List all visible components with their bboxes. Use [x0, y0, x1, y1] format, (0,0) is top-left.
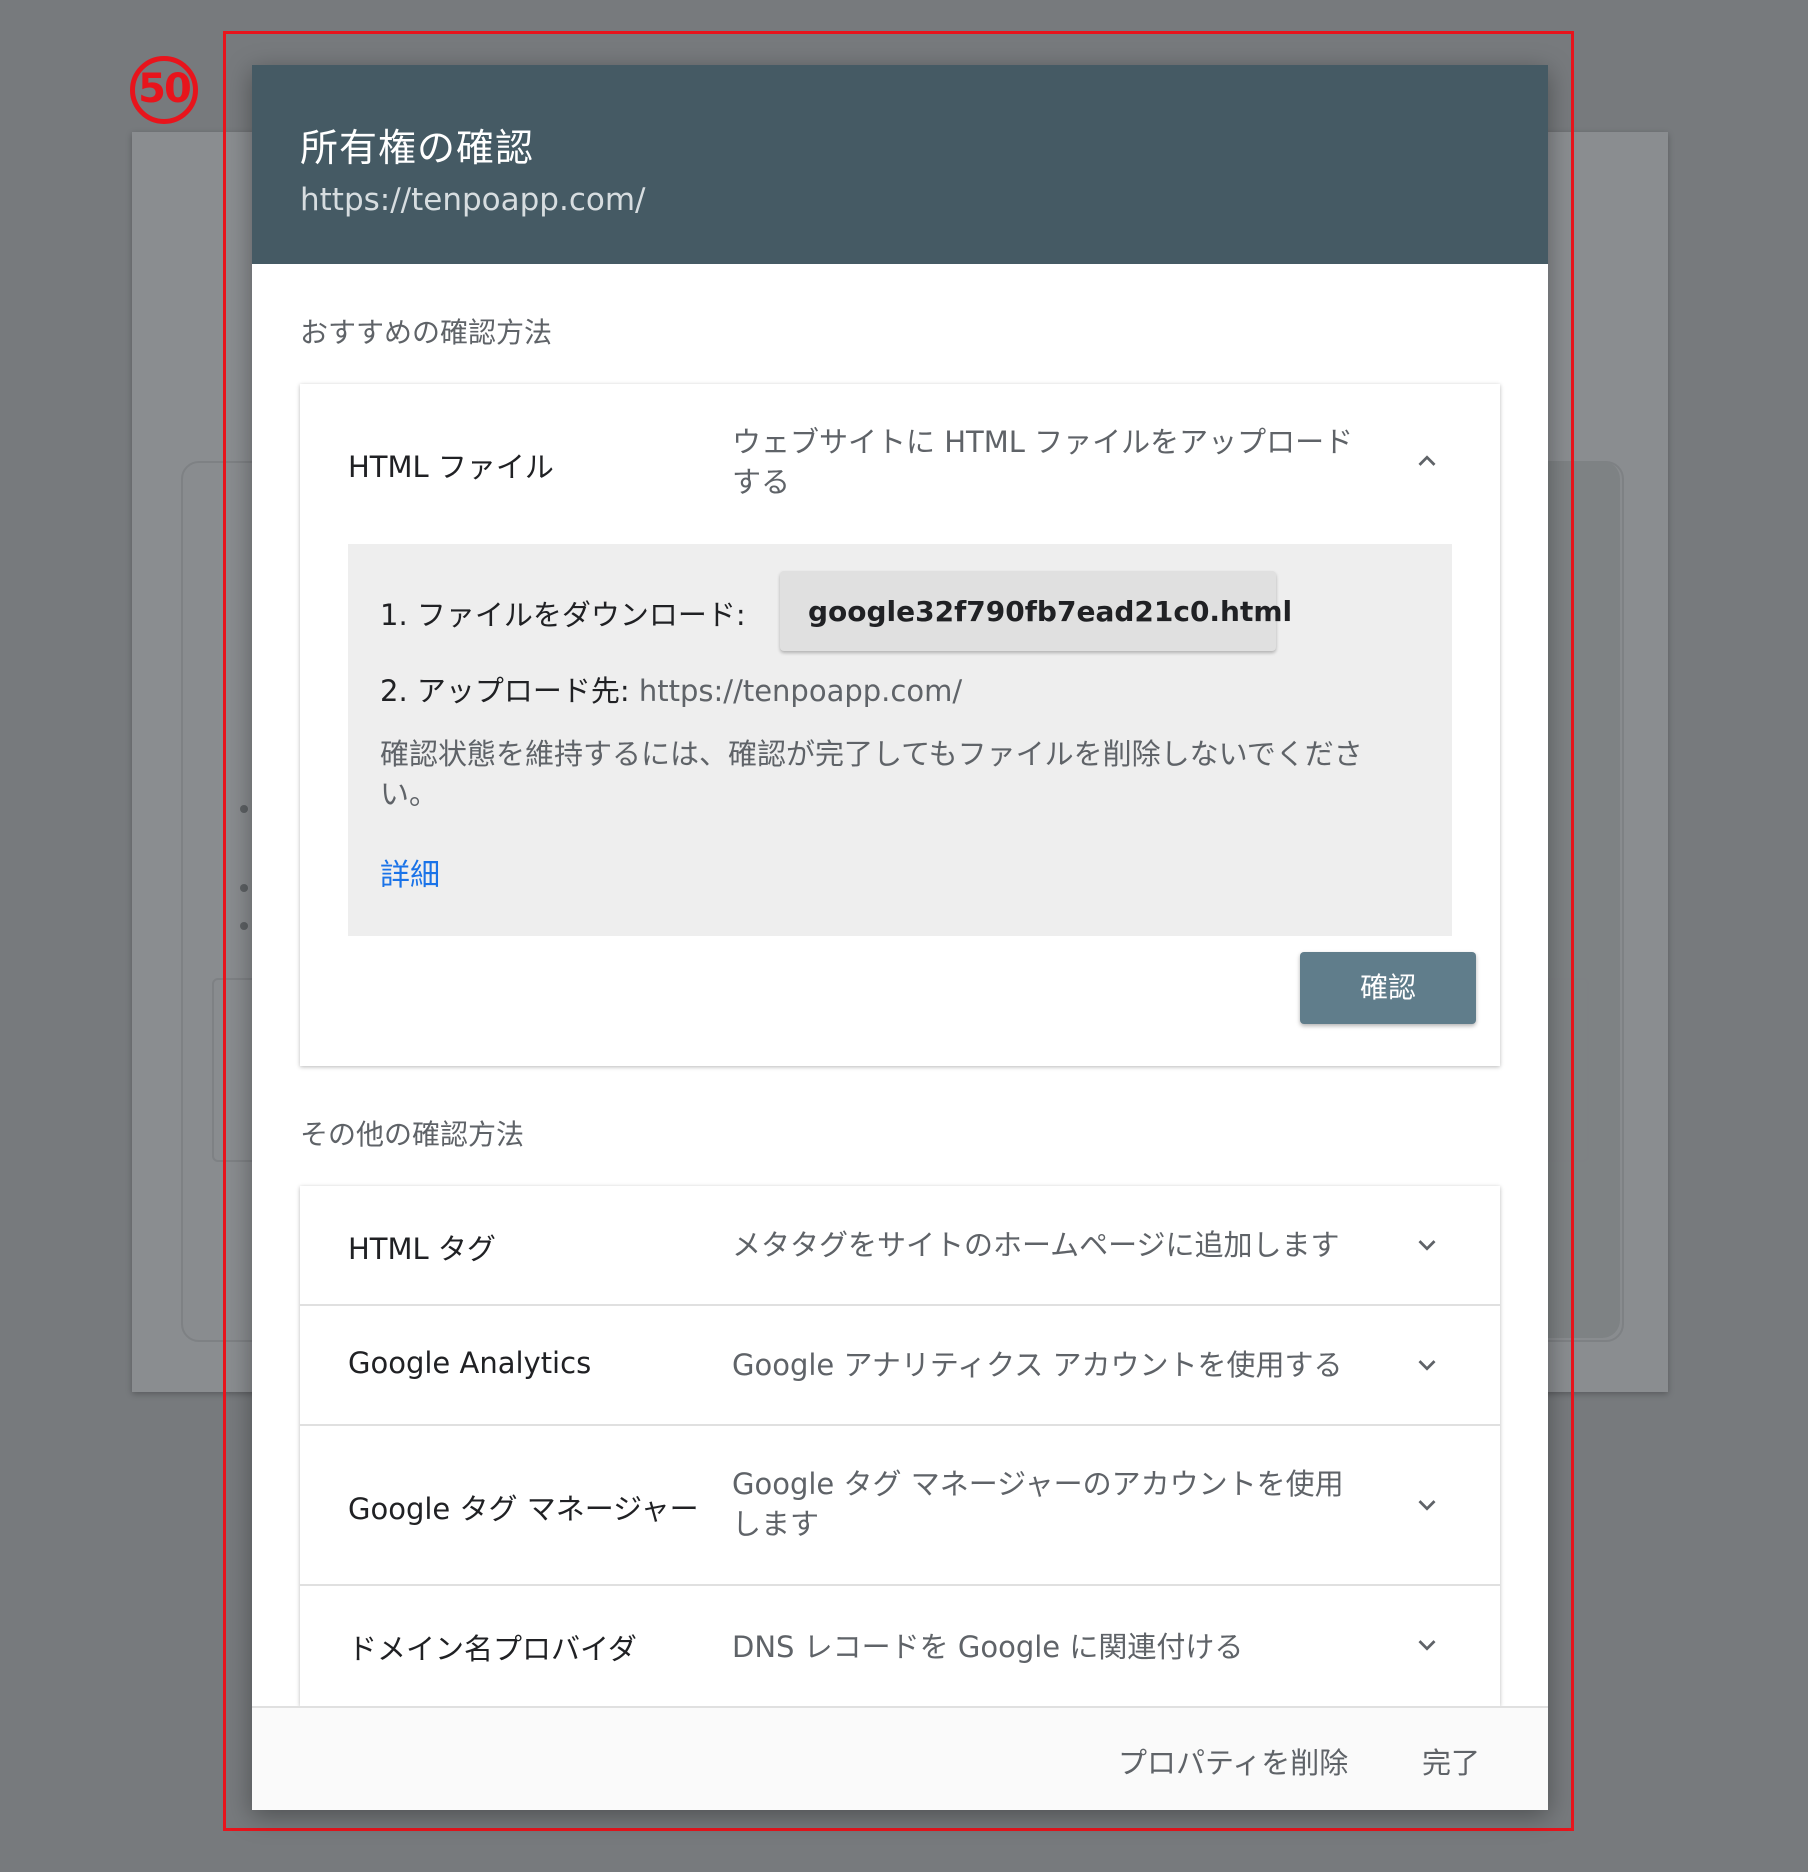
dialog-footer: プロパティを削除 完了 [252, 1706, 1548, 1810]
upload-destination-url: https://tenpoapp.com/ [638, 674, 963, 708]
step-upload: 2. アップロード先: https://tenpoapp.com/ [380, 668, 962, 710]
method-description: Google アナリティクス アカウントを使用する [732, 1348, 1343, 1382]
method-row-html-tag[interactable]: HTML タグ メタタグをサイトのホームページに追加します [300, 1186, 1500, 1304]
chevron-down-icon[interactable] [1410, 1628, 1444, 1662]
annotation-number: 50 [130, 56, 198, 124]
other-methods-list: HTML タグ メタタグをサイトのホームページに追加します Google Ana… [300, 1186, 1500, 1706]
html-file-method-card: HTML ファイル ウェブサイトに HTML ファイルをアップロードする 1. … [300, 384, 1500, 1066]
step-download-label: 1. ファイルをダウンロード: [380, 598, 746, 632]
html-file-steps: 1. ファイルをダウンロード: google32f790fb7ead21c0.h… [348, 544, 1452, 936]
recommended-section-label: おすすめの確認方法 [300, 316, 553, 349]
html-file-method-header[interactable]: HTML ファイル ウェブサイトに HTML ファイルをアップロードする [300, 384, 1500, 524]
method-title: HTML ファイル [348, 450, 554, 484]
property-url: https://tenpoapp.com/ [300, 182, 646, 218]
download-file-name: google32f790fb7ead21c0.html [808, 594, 1293, 628]
chevron-down-icon[interactable] [1410, 1488, 1444, 1522]
ownership-verification-dialog: 所有権の確認 https://tenpoapp.com/ おすすめの確認方法 H… [252, 65, 1548, 1810]
method-title: Google タグ マネージャー [348, 1492, 699, 1526]
chevron-up-icon[interactable] [1410, 444, 1444, 478]
download-file-button[interactable]: google32f790fb7ead21c0.html [780, 571, 1292, 651]
method-title: HTML タグ [348, 1232, 496, 1266]
dialog-title: 所有権の確認 [300, 126, 535, 170]
details-link[interactable]: 詳細 [380, 850, 440, 894]
method-row-domain-provider[interactable]: ドメイン名プロバイダ DNS レコードを Google に関連付ける [300, 1586, 1500, 1706]
method-description: Google タグ マネージャーのアカウントを使用します [732, 1467, 1344, 1541]
other-section-label: その他の確認方法 [300, 1118, 525, 1151]
confirm-button[interactable]: 確認 [1300, 952, 1476, 1024]
chevron-down-icon[interactable] [1410, 1348, 1444, 1382]
method-title: ドメイン名プロバイダ [348, 1632, 637, 1666]
done-button[interactable]: 完了 [1422, 1740, 1480, 1782]
method-row-google-tag-manager[interactable]: Google タグ マネージャー Google タグ マネージャーのアカウントを… [300, 1426, 1500, 1584]
step-upload-label: 2. アップロード先: [380, 674, 630, 708]
delete-property-button[interactable]: プロパティを削除 [1118, 1740, 1348, 1782]
chevron-down-icon[interactable] [1410, 1228, 1444, 1262]
method-description: メタタグをサイトのホームページに追加します [732, 1228, 1340, 1262]
method-title: Google Analytics [348, 1346, 592, 1380]
method-description: DNS レコードを Google に関連付ける [732, 1630, 1244, 1664]
dialog-header: 所有権の確認 https://tenpoapp.com/ [252, 65, 1548, 264]
method-description: ウェブサイトに HTML ファイルをアップロードする [732, 425, 1354, 499]
keep-file-note: 確認状態を維持するには、確認が完了してもファイルを削除しないでください。 [380, 737, 1363, 811]
method-row-google-analytics[interactable]: Google Analytics Google アナリティクス アカウントを使用… [300, 1306, 1500, 1424]
